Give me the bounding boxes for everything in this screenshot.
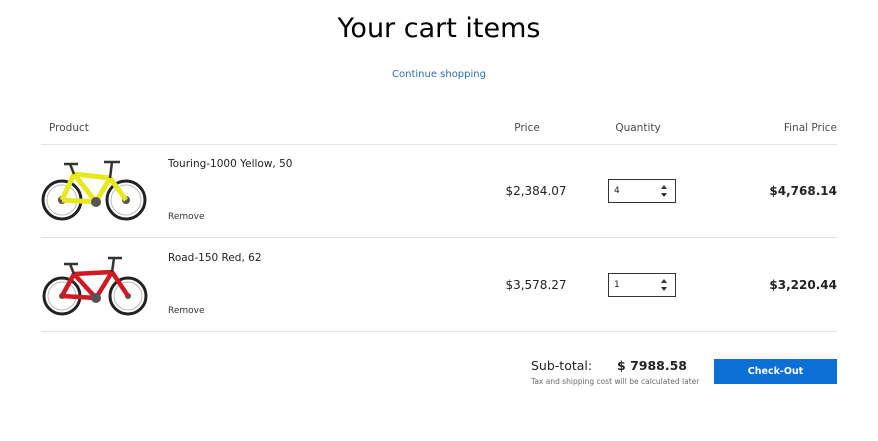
divider bbox=[41, 331, 837, 332]
checkout-button[interactable]: Check-Out bbox=[714, 359, 837, 384]
subtotal-label: Sub-total: bbox=[531, 358, 593, 373]
quantity-input[interactable] bbox=[614, 278, 654, 292]
increment-icon[interactable] bbox=[661, 185, 667, 189]
table-row: Road-150 Red, 62 Remove $3,578.27 $3,220… bbox=[0, 238, 878, 332]
increment-icon[interactable] bbox=[661, 279, 667, 283]
remove-button[interactable]: Remove bbox=[168, 306, 205, 316]
tax-note: Tax and shipping cost will be calculated… bbox=[531, 377, 700, 386]
subtotal-value: $ 7988.58 bbox=[617, 358, 687, 373]
bike-red-icon bbox=[42, 256, 148, 316]
spin-buttons bbox=[661, 183, 669, 199]
unit-price: $2,384.07 bbox=[505, 184, 567, 198]
decrement-icon[interactable] bbox=[661, 287, 667, 291]
table-row: Touring-1000 Yellow, 50 Remove $2,384.07… bbox=[0, 144, 878, 238]
quantity-stepper[interactable] bbox=[608, 179, 676, 203]
column-header-final-price: Final Price bbox=[783, 122, 837, 134]
product-name[interactable]: Road-150 Red, 62 bbox=[168, 252, 262, 264]
column-header-price: Price bbox=[514, 122, 540, 134]
bike-yellow-icon bbox=[41, 160, 147, 221]
column-header-quantity: Quantity bbox=[615, 122, 661, 134]
final-price: $4,768.14 bbox=[769, 184, 837, 198]
decrement-icon[interactable] bbox=[661, 193, 667, 197]
quantity-input[interactable] bbox=[614, 184, 654, 198]
continue-shopping-link[interactable]: Continue shopping bbox=[0, 69, 878, 80]
unit-price: $3,578.27 bbox=[505, 278, 567, 292]
final-price: $3,220.44 bbox=[769, 278, 837, 292]
column-header-product: Product bbox=[49, 122, 89, 134]
product-name[interactable]: Touring-1000 Yellow, 50 bbox=[168, 158, 292, 170]
remove-button[interactable]: Remove bbox=[168, 212, 205, 222]
quantity-stepper[interactable] bbox=[608, 273, 676, 297]
spin-buttons bbox=[661, 277, 669, 293]
page-title: Your cart items bbox=[337, 13, 541, 44]
